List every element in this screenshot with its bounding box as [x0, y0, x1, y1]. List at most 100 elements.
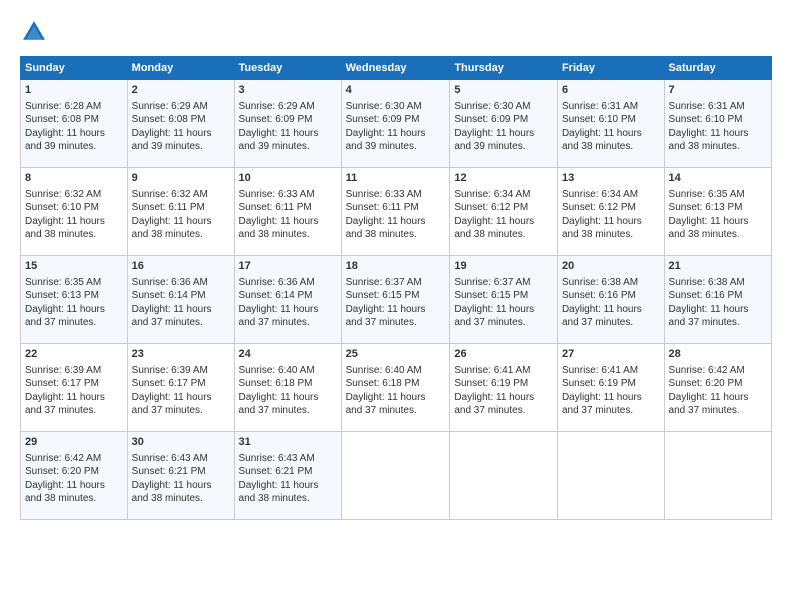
day-number: 17 [239, 259, 337, 274]
day-info: Daylight: 11 hours [346, 215, 446, 229]
day-info: and 38 minutes. [25, 492, 123, 506]
day-info: and 37 minutes. [239, 404, 337, 418]
day-info: Daylight: 11 hours [346, 391, 446, 405]
day-info: Sunrise: 6:42 AM [25, 452, 123, 466]
day-number: 21 [669, 259, 767, 274]
day-info: Sunrise: 6:40 AM [239, 364, 337, 378]
day-info: Sunset: 6:18 PM [239, 377, 337, 391]
day-info: Daylight: 11 hours [454, 215, 553, 229]
calendar-cell: 4Sunrise: 6:30 AMSunset: 6:09 PMDaylight… [341, 80, 450, 168]
calendar-cell: 7Sunrise: 6:31 AMSunset: 6:10 PMDaylight… [664, 80, 771, 168]
day-info: Sunset: 6:19 PM [562, 377, 660, 391]
day-info: Sunset: 6:17 PM [132, 377, 230, 391]
day-info: Daylight: 11 hours [25, 391, 123, 405]
day-info: Sunrise: 6:32 AM [25, 188, 123, 202]
calendar-header-sunday: Sunday [21, 57, 128, 80]
calendar-week-1: 1Sunrise: 6:28 AMSunset: 6:08 PMDaylight… [21, 80, 772, 168]
day-number: 26 [454, 347, 553, 362]
day-info: Sunset: 6:09 PM [454, 113, 553, 127]
day-info: and 38 minutes. [562, 228, 660, 242]
day-info: Sunset: 6:11 PM [239, 201, 337, 215]
day-info: Daylight: 11 hours [132, 127, 230, 141]
day-number: 7 [669, 83, 767, 98]
calendar-cell: 16Sunrise: 6:36 AMSunset: 6:14 PMDayligh… [127, 256, 234, 344]
day-number: 14 [669, 171, 767, 186]
calendar-cell: 18Sunrise: 6:37 AMSunset: 6:15 PMDayligh… [341, 256, 450, 344]
day-info: Sunrise: 6:43 AM [239, 452, 337, 466]
day-number: 24 [239, 347, 337, 362]
calendar-cell: 20Sunrise: 6:38 AMSunset: 6:16 PMDayligh… [557, 256, 664, 344]
day-info: and 38 minutes. [562, 140, 660, 154]
day-number: 10 [239, 171, 337, 186]
day-number: 3 [239, 83, 337, 98]
calendar-header-saturday: Saturday [664, 57, 771, 80]
day-info: Sunset: 6:11 PM [346, 201, 446, 215]
calendar-cell: 12Sunrise: 6:34 AMSunset: 6:12 PMDayligh… [450, 168, 558, 256]
day-info: Sunrise: 6:31 AM [562, 100, 660, 114]
calendar-cell: 13Sunrise: 6:34 AMSunset: 6:12 PMDayligh… [557, 168, 664, 256]
day-info: Sunset: 6:15 PM [346, 289, 446, 303]
day-number: 4 [346, 83, 446, 98]
calendar-cell: 14Sunrise: 6:35 AMSunset: 6:13 PMDayligh… [664, 168, 771, 256]
day-number: 19 [454, 259, 553, 274]
calendar-cell: 31Sunrise: 6:43 AMSunset: 6:21 PMDayligh… [234, 432, 341, 520]
day-info: Daylight: 11 hours [132, 479, 230, 493]
day-info: Sunrise: 6:35 AM [25, 276, 123, 290]
day-info: and 38 minutes. [346, 228, 446, 242]
day-number: 23 [132, 347, 230, 362]
calendar-cell: 6Sunrise: 6:31 AMSunset: 6:10 PMDaylight… [557, 80, 664, 168]
day-info: Daylight: 11 hours [454, 303, 553, 317]
day-info: Sunset: 6:11 PM [132, 201, 230, 215]
day-number: 2 [132, 83, 230, 98]
day-info: Sunrise: 6:28 AM [25, 100, 123, 114]
day-number: 31 [239, 435, 337, 450]
day-info: Daylight: 11 hours [132, 303, 230, 317]
logo-icon [20, 18, 48, 46]
day-number: 11 [346, 171, 446, 186]
day-info: Sunrise: 6:32 AM [132, 188, 230, 202]
calendar-cell: 28Sunrise: 6:42 AMSunset: 6:20 PMDayligh… [664, 344, 771, 432]
day-info: Sunset: 6:09 PM [239, 113, 337, 127]
day-number: 5 [454, 83, 553, 98]
header [20, 18, 772, 46]
calendar-header-wednesday: Wednesday [341, 57, 450, 80]
day-info: Daylight: 11 hours [239, 303, 337, 317]
day-info: Sunrise: 6:36 AM [132, 276, 230, 290]
day-info: Sunset: 6:13 PM [25, 289, 123, 303]
logo [20, 18, 52, 46]
day-info: Sunset: 6:10 PM [25, 201, 123, 215]
day-number: 18 [346, 259, 446, 274]
day-info: and 37 minutes. [346, 404, 446, 418]
day-info: Daylight: 11 hours [454, 127, 553, 141]
calendar-cell: 2Sunrise: 6:29 AMSunset: 6:08 PMDaylight… [127, 80, 234, 168]
calendar-header-tuesday: Tuesday [234, 57, 341, 80]
day-info: Daylight: 11 hours [239, 127, 337, 141]
calendar-header-monday: Monday [127, 57, 234, 80]
calendar-cell: 23Sunrise: 6:39 AMSunset: 6:17 PMDayligh… [127, 344, 234, 432]
day-info: and 39 minutes. [25, 140, 123, 154]
day-info: Daylight: 11 hours [669, 127, 767, 141]
day-number: 30 [132, 435, 230, 450]
calendar-cell: 29Sunrise: 6:42 AMSunset: 6:20 PMDayligh… [21, 432, 128, 520]
day-info: and 38 minutes. [669, 140, 767, 154]
calendar-week-2: 8Sunrise: 6:32 AMSunset: 6:10 PMDaylight… [21, 168, 772, 256]
calendar-cell: 19Sunrise: 6:37 AMSunset: 6:15 PMDayligh… [450, 256, 558, 344]
day-number: 22 [25, 347, 123, 362]
day-info: Daylight: 11 hours [669, 391, 767, 405]
day-info: and 38 minutes. [239, 228, 337, 242]
calendar-week-4: 22Sunrise: 6:39 AMSunset: 6:17 PMDayligh… [21, 344, 772, 432]
calendar-cell: 26Sunrise: 6:41 AMSunset: 6:19 PMDayligh… [450, 344, 558, 432]
calendar-header-thursday: Thursday [450, 57, 558, 80]
day-number: 13 [562, 171, 660, 186]
day-info: and 37 minutes. [25, 404, 123, 418]
day-info: Daylight: 11 hours [562, 215, 660, 229]
day-info: Sunrise: 6:41 AM [454, 364, 553, 378]
day-info: Sunset: 6:14 PM [132, 289, 230, 303]
calendar-header-friday: Friday [557, 57, 664, 80]
day-info: and 37 minutes. [454, 404, 553, 418]
day-info: and 37 minutes. [346, 316, 446, 330]
day-info: Sunset: 6:10 PM [562, 113, 660, 127]
day-number: 20 [562, 259, 660, 274]
calendar-cell: 22Sunrise: 6:39 AMSunset: 6:17 PMDayligh… [21, 344, 128, 432]
day-info: Sunrise: 6:29 AM [239, 100, 337, 114]
